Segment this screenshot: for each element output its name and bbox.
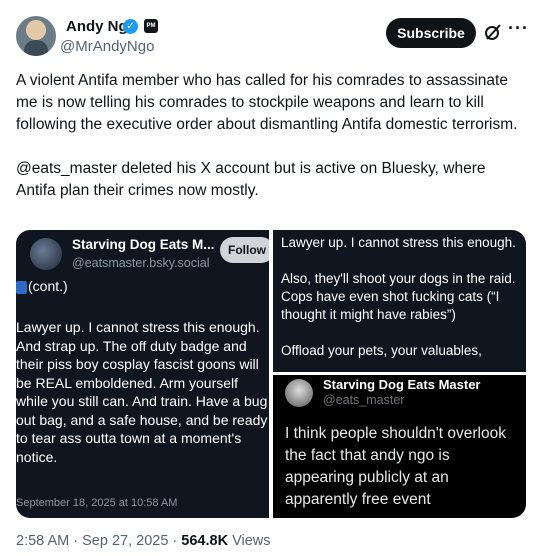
x-post-avatar [285, 379, 313, 407]
views-label: Views [232, 533, 271, 549]
bluesky-post-image[interactable]: Starving Dog Eats M... @eatsmaster.bsky.… [16, 230, 269, 518]
grok-icon[interactable] [484, 23, 502, 41]
x-post-author-handle: @eats_master [323, 393, 405, 407]
tweet-paragraph: A violent Antifa member who has called f… [16, 72, 518, 133]
tweet-paragraph: @eats_master deleted his X account but i… [16, 160, 486, 199]
media-grid[interactable]: Starving Dog Eats M... @eatsmaster.bsky.… [16, 230, 526, 518]
views-count[interactable]: 564.8K [181, 533, 228, 549]
affiliate-badge[interactable]: PM [144, 19, 158, 33]
bluesky-author-name: Starving Dog Eats M... [72, 237, 215, 252]
tweet-meta: 2:58 AM · Sep 27, 2025 · 564.8K Views [16, 533, 271, 549]
author-handle[interactable]: @MrAndyNgo [60, 38, 154, 55]
x-post-author-name: Starving Dog Eats Master [323, 377, 481, 392]
continuation-paragraph: Also, they'll shoot your dogs in the rai… [281, 271, 516, 322]
follow-button: Follow [220, 237, 269, 263]
meta-separator: · [172, 533, 178, 549]
bluesky-continuation-text: Lawyer up. I cannot stress this enough. … [281, 234, 521, 372]
more-icon[interactable]: ··· [508, 18, 529, 39]
meta-separator: · [73, 533, 79, 549]
thread-icon [16, 281, 27, 294]
bluesky-post-body: Lawyer up. I cannot stress this enough. … [16, 319, 268, 465]
tweet-date[interactable]: Sep 27, 2025 [82, 533, 168, 549]
x-post-body: I think people shouldn't overlook the fa… [285, 425, 506, 508]
continuation-paragraph: Lawyer up. I cannot stress this enough. [281, 235, 516, 250]
bluesky-post-date: September 18, 2025 at 10:58 AM [16, 497, 178, 509]
continuation-paragraph: Offload your pets, your valuables, [281, 343, 482, 358]
bluesky-author-handle: @eatsmaster.bsky.social [72, 256, 210, 270]
bluesky-avatar [30, 238, 62, 270]
verified-icon: ✓ [123, 19, 138, 34]
bluesky-continuation-image[interactable]: Lawyer up. I cannot stress this enough. … [273, 230, 526, 372]
tweet-text: A violent Antifa member who has called f… [16, 70, 526, 224]
x-post-image[interactable]: Starving Dog Eats Master @eats_master I … [273, 375, 526, 518]
tweet-time[interactable]: 2:58 AM [16, 533, 69, 549]
author-avatar[interactable] [16, 16, 56, 56]
subscribe-button[interactable]: Subscribe [386, 18, 476, 48]
cont-label: (cont.) [28, 278, 68, 294]
